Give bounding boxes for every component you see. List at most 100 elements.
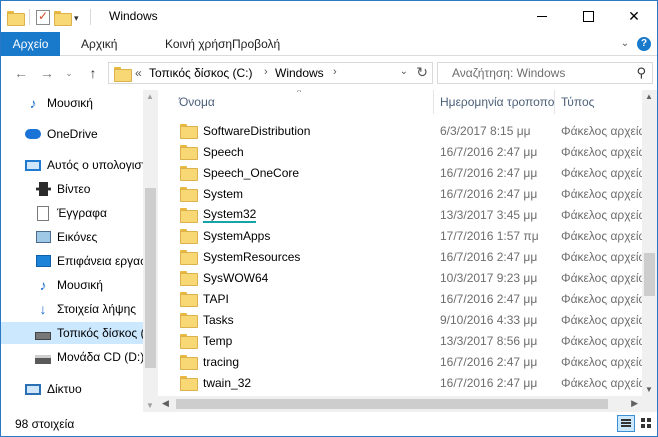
vertical-scrollbar-thumb[interactable] <box>644 253 655 296</box>
expand-ribbon-icon[interactable]: ⌄ <box>619 38 631 50</box>
nav-item-onedrive[interactable]: OneDrive <box>1 123 143 145</box>
file-date: 16/7/2016 2:47 μμ <box>440 291 538 306</box>
video-icon <box>35 182 51 196</box>
file-list: ^ Όνομα Ημερομηνία τροποποίησης Τύπος So… <box>158 90 657 412</box>
folder-icon <box>180 124 198 139</box>
address-dropdown-icon[interactable]: ⌄ <box>400 66 408 77</box>
column-date-header[interactable]: Ημερομηνία τροποποίησης <box>434 90 555 114</box>
content-horizontal-scrollbar[interactable]: ◀ ▶ <box>158 396 642 412</box>
desktop-icon <box>35 255 51 267</box>
file-date: 16/7/2016 2:47 μμ <box>440 144 538 159</box>
details-view-icon[interactable] <box>617 415 635 432</box>
scroll-down-icon[interactable]: ▼ <box>146 401 154 410</box>
customize-toolbar-icon[interactable]: ▾ <box>74 13 84 23</box>
back-arrow-icon[interactable]: ← <box>13 64 29 82</box>
table-row[interactable]: SoftwareDistribution 6/3/2017 8:15 μμ Φάκε… <box>158 120 642 141</box>
folder-icon <box>180 313 198 328</box>
table-row[interactable]: SystemApps 17/7/2016 1:57 πμ Φάκελος αρχεί… <box>158 225 642 246</box>
nav-item-network[interactable]: Δίκτυο <box>1 378 143 400</box>
table-row[interactable]: Temp 13/3/2017 8:56 μμ Φάκελος αρχείων <box>158 330 642 351</box>
close-button[interactable]: ✕ <box>611 1 657 31</box>
nav-item-music-pc[interactable]: ♪ Μουσική <box>1 274 143 296</box>
search-icon[interactable]: ⚲ <box>636 65 646 81</box>
close-icon: ✕ <box>628 7 640 24</box>
file-name-cell[interactable]: SystemApps <box>180 229 430 244</box>
file-name-cell[interactable]: System <box>180 187 430 202</box>
cloud-icon <box>25 129 41 139</box>
table-row[interactable]: twain_32 16/7/2016 2:47 μμ Φάκελος αρχείων <box>158 372 642 393</box>
file-name-cell[interactable]: Tasks <box>180 312 430 328</box>
refresh-icon[interactable]: ↻ <box>416 64 428 81</box>
nav-item-this-pc[interactable]: Αυτός ο υπολογιστής <box>1 154 143 176</box>
nav-item-documents[interactable]: Έγγραφα <box>1 202 143 224</box>
properties-icon[interactable] <box>36 9 50 25</box>
table-row[interactable]: Tasks 9/10/2016 4:33 μμ Φάκελος αρχείων <box>158 309 642 330</box>
column-headers: ^ Όνομα Ημερομηνία τροποποίησης Τύπος <box>158 90 657 114</box>
file-name-cell[interactable]: tracing <box>180 355 430 370</box>
file-name-cell[interactable]: SoftwareDistribution <box>180 124 430 139</box>
column-name-header[interactable]: Όνομα <box>173 90 434 114</box>
maximize-button[interactable] <box>565 1 611 31</box>
file-name-cell[interactable]: Temp <box>180 334 430 349</box>
column-type-header[interactable]: Τύπος <box>555 90 642 114</box>
horizontal-scrollbar-thumb[interactable] <box>176 399 608 409</box>
tab-view[interactable]: Προβολή <box>222 32 290 56</box>
scroll-left-icon[interactable]: ◀ <box>162 398 169 409</box>
table-row[interactable]: Speech 16/7/2016 2:47 μμ Φάκελος αρχείων <box>158 141 642 162</box>
navigation-bar: ← → ⌄ ↑ « Τοπικός δίσκος (C:) › Windows … <box>1 57 657 90</box>
scroll-up-icon[interactable]: ▲ <box>146 92 154 101</box>
scroll-right-icon[interactable]: ▶ <box>631 398 638 409</box>
nav-item-pictures[interactable]: Εικόνες <box>1 226 143 248</box>
nav-item-local-disk[interactable]: Τοπικός δίσκος (C:) <box>1 322 143 344</box>
music-note-icon: ♪ <box>39 277 47 293</box>
nav-item-cd-drive[interactable]: Μονάδα CD (D:) <box>1 346 143 368</box>
nav-item-desktop[interactable]: Επιφάνεια εργασίας <box>1 250 143 272</box>
minimize-button[interactable] <box>519 1 565 31</box>
breadcrumb-local-disk[interactable]: Τοπικός δίσκος (C:) <box>149 66 253 80</box>
nav-scrollbar-thumb[interactable] <box>145 188 156 368</box>
navigation-pane: ♪ Μουσική OneDrive Αυτός ο υπολογιστής Β… <box>1 90 158 412</box>
recent-locations-icon[interactable]: ⌄ <box>63 64 75 82</box>
breadcrumb-overflow[interactable]: « <box>135 66 142 80</box>
nav-item-music[interactable]: ♪ Μουσική <box>1 92 143 114</box>
breadcrumb-windows[interactable]: Windows <box>275 66 324 80</box>
folder-icon <box>180 271 198 286</box>
table-row[interactable]: TAPI 16/7/2016 2:47 μμ Φάκελος αρχείων <box>158 288 642 309</box>
table-row[interactable]: System 16/7/2016 2:47 μμ Φάκελος αρχείων <box>158 183 642 204</box>
help-icon[interactable]: ? <box>637 37 651 51</box>
nav-scrollbar[interactable]: ▲ ▼ <box>143 90 158 412</box>
new-folder-icon[interactable] <box>54 10 72 26</box>
nav-item-videos[interactable]: Βίντεο <box>1 178 143 200</box>
file-name: TAPI <box>203 291 229 306</box>
file-name-cell[interactable]: SysWOW64 <box>180 271 430 286</box>
address-bar[interactable]: « Τοπικός δίσκος (C:) › Windows › ⌄ ↻ <box>108 62 433 84</box>
file-name-cell[interactable]: Speech_OneCore <box>180 166 430 181</box>
scroll-up-icon[interactable]: ▲ <box>645 92 653 101</box>
download-arrow-icon: ↓ <box>39 301 47 317</box>
large-icons-view-icon[interactable] <box>639 416 653 430</box>
content-vertical-scrollbar[interactable]: ▲ ▼ <box>642 90 657 396</box>
tab-home[interactable]: Αρχική <box>71 32 127 56</box>
scroll-down-icon[interactable]: ▼ <box>645 385 653 394</box>
chevron-right-icon[interactable]: › <box>333 66 337 78</box>
search-input[interactable] <box>452 63 632 83</box>
search-box[interactable]: ⚲ <box>437 62 653 84</box>
folder-icon <box>180 376 198 391</box>
file-name-cell[interactable]: SystemResources <box>180 250 430 265</box>
file-name-cell[interactable]: Speech <box>180 145 430 160</box>
table-row[interactable]: System32 13/3/2017 3:45 μμ Φάκελος αρχείων <box>158 204 642 225</box>
table-row[interactable]: Speech_OneCore 16/7/2016 2:47 μμ Φάκελος α… <box>158 162 642 183</box>
file-name: Tasks <box>203 312 234 327</box>
table-row[interactable]: tracing 16/7/2016 2:47 μμ Φάκελος αρχείων <box>158 351 642 372</box>
forward-arrow-icon[interactable]: → <box>39 64 55 82</box>
nav-item-downloads[interactable]: ↓ Στοιχεία λήψης <box>1 298 143 320</box>
chevron-right-icon[interactable]: › <box>264 66 268 78</box>
table-row[interactable]: SystemResources 16/7/2016 2:47 μμ Φάκελος … <box>158 246 642 267</box>
file-name-cell[interactable]: TAPI <box>180 291 430 307</box>
file-type: Φάκελος αρχείων <box>561 165 642 180</box>
file-name-cell[interactable]: twain_32 <box>180 376 430 391</box>
table-row[interactable]: SysWOW64 10/3/2017 9:23 μμ Φάκελος αρχείων <box>158 267 642 288</box>
tab-file[interactable]: Αρχείο <box>1 32 60 56</box>
file-name-cell[interactable]: System32 <box>180 207 430 223</box>
up-arrow-icon[interactable]: ↑ <box>85 64 101 82</box>
